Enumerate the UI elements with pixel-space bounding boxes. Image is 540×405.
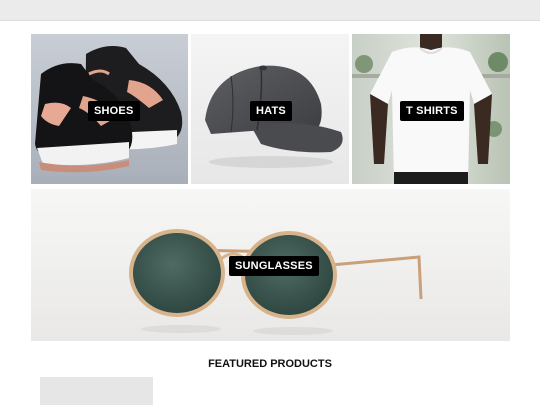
featured-products-heading: FEATURED PRODUCTS [208,358,332,370]
category-label-tshirts: T SHIRTS [400,101,464,121]
top-header-bar [0,0,540,21]
category-label-shoes: SHOES [88,101,140,121]
category-tile-tshirts[interactable]: T SHIRTS [352,34,510,184]
category-label-hats: HATS [250,101,292,121]
category-tile-hats[interactable]: HATS [191,34,349,184]
category-label-sunglasses: SUNGLASSES [229,256,319,276]
category-tile-shoes[interactable]: SHOES [31,34,188,184]
category-tile-sunglasses[interactable]: SUNGLASSES [31,189,510,341]
product-card-placeholder [40,377,153,405]
